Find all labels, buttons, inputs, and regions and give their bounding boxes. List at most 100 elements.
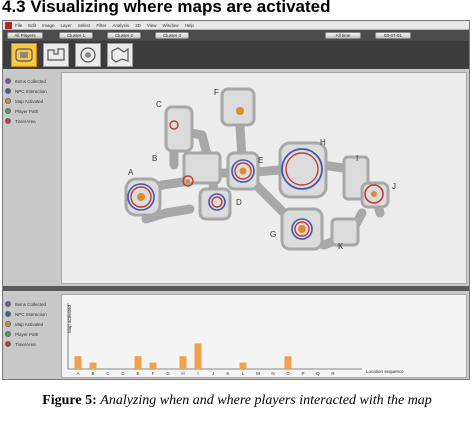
map-label-k: K: [338, 242, 344, 251]
map-legend-item[interactable]: Map Activated: [3, 96, 55, 106]
marker-e-map: [239, 167, 247, 175]
game-map[interactable]: A B C D E F G H I J K: [62, 73, 466, 283]
marker-a-map: [137, 193, 145, 201]
all-time-button[interactable]: All time: [325, 32, 361, 39]
chart-tick-label: J: [212, 371, 214, 376]
menu-select[interactable]: Select: [78, 23, 91, 28]
cluster-3-button[interactable]: Cluster 3: [155, 32, 189, 39]
chart-legend-item[interactable]: NPC Interaction: [3, 309, 55, 319]
map-legend-swatch-icon: [5, 118, 11, 124]
marker-j-map: [371, 191, 377, 197]
chart-legend-item[interactable]: Items Collected: [3, 299, 55, 309]
chart-legend-swatch-icon: [5, 311, 11, 317]
map-thumbnail-strip: [3, 41, 469, 69]
chart-tick-label: N: [271, 371, 274, 376]
chart-y-label: Map activated: [67, 304, 72, 333]
menu-file[interactable]: File: [15, 23, 22, 28]
chart-legend-item[interactable]: Map Activated: [3, 319, 55, 329]
map-legend-item[interactable]: Player Path: [3, 106, 55, 116]
all-players-button[interactable]: All Players: [7, 32, 43, 39]
map-label-g: G: [270, 230, 276, 239]
activation-chart-panel: Map activated Location sequence A B C D E F G H…: [61, 294, 467, 378]
app-window: File Edit Image Layer Select Filter Anal…: [2, 20, 470, 380]
menu-layer[interactable]: Layer: [61, 23, 72, 28]
chart-tick-label: M: [256, 371, 260, 376]
menu-view[interactable]: View: [147, 23, 157, 28]
chart-legend-swatch-icon: [5, 301, 11, 307]
chart-bar: [149, 362, 157, 369]
room-f: [220, 87, 256, 127]
chart-bar: [194, 343, 202, 369]
menu-analysis[interactable]: Analysis: [112, 23, 129, 28]
chart-tick-label: I: [197, 371, 198, 376]
menu-edit[interactable]: Edit: [28, 23, 36, 28]
map-legend: Items Collected NPC Interaction Map Activa…: [3, 76, 55, 126]
caption-label: Figure 5:: [42, 393, 97, 408]
map-thumbnail-1[interactable]: [11, 43, 37, 67]
map-label-j: J: [392, 182, 396, 191]
map-thumbnail-2[interactable]: [43, 43, 69, 67]
map-label-h: H: [320, 138, 326, 147]
chart-legend-label: Map Activated: [15, 321, 44, 327]
chart-legend: Items Collected NPC Interaction Map Activa…: [3, 299, 55, 349]
date-field[interactable]: 03-07-01: [375, 32, 411, 39]
map-legend-label: Player Path: [15, 108, 39, 114]
menu-filter[interactable]: Filter: [96, 23, 106, 28]
chart-bar: [239, 362, 247, 369]
cluster-2-button[interactable]: Cluster 2: [107, 32, 141, 39]
map-thumbnail-3[interactable]: [75, 43, 101, 67]
chart-legend-label: NPC Interaction: [15, 311, 47, 317]
chart-tick-label: F: [152, 371, 155, 376]
menu-bar: File Edit Image Layer Select Filter Anal…: [3, 21, 469, 30]
map-label-e: E: [258, 156, 263, 165]
cluster-1-button[interactable]: Cluster 1: [59, 32, 93, 39]
chart-legend-item[interactable]: Time/Area: [3, 339, 55, 349]
map-legend-label: Map Activated: [15, 98, 44, 104]
map-legend-item[interactable]: Items Collected: [3, 76, 55, 86]
chart-tick-label: R: [331, 371, 335, 376]
chart-tick-label: E: [136, 371, 139, 376]
chart-bar: [134, 356, 142, 369]
map-legend-swatch-icon: [5, 78, 11, 84]
room-c: [164, 105, 194, 153]
chart-legend-label: Items Collected: [15, 301, 47, 307]
chart-tick-label: H: [181, 371, 184, 376]
menu-help[interactable]: Help: [185, 23, 194, 28]
map-label-c: C: [156, 100, 162, 109]
chart-tick-label: P: [301, 371, 304, 376]
map-legend-label: Items Collected: [15, 78, 47, 84]
map-label-i: I: [356, 154, 358, 163]
map-label-b: B: [152, 154, 157, 163]
panel-splitter[interactable]: [3, 286, 469, 291]
chart-legend-swatch-icon: [5, 331, 11, 337]
chart-bar: [179, 356, 187, 369]
map-label-a: A: [128, 168, 134, 177]
chart-tick-label: B: [91, 371, 94, 376]
map-legend-item[interactable]: Time/Area: [3, 116, 55, 126]
map-legend-swatch-icon: [5, 108, 11, 114]
caption-text: Analyzing when and where players interac…: [100, 393, 432, 408]
menu-3d[interactable]: 3D: [135, 23, 141, 28]
marker-f-map: [236, 107, 244, 115]
marker-b-map: [186, 179, 190, 183]
map-label-f: F: [214, 88, 219, 97]
map-thumbnail-4[interactable]: [107, 43, 133, 67]
chart-bar: [89, 362, 97, 369]
section-heading: 4.3 Visualizing where maps are activated: [2, 0, 331, 16]
chart-legend-item[interactable]: Player Path: [3, 329, 55, 339]
app-logo-icon: [5, 21, 12, 29]
map-legend-label: Time/Area: [15, 118, 36, 124]
chart-tick-label: G: [166, 371, 170, 376]
map-view[interactable]: A B C D E F G H I J K: [61, 72, 467, 284]
map-label-d: D: [236, 198, 242, 207]
menu-image[interactable]: Image: [42, 23, 55, 28]
chart-x-label: Location sequence: [366, 369, 404, 374]
chart-bar: [74, 356, 82, 369]
map-legend-swatch-icon: [5, 98, 11, 104]
filter-toolbar: All Players Cluster 1 Cluster 2 Cluster …: [3, 30, 469, 41]
map-legend-item[interactable]: NPC Interaction: [3, 86, 55, 96]
activation-bar-chart: Map activated Location sequence A B C D E F G H…: [67, 303, 404, 376]
map-rooms: [124, 87, 390, 251]
figure-caption: Figure 5: Analyzing when and where playe…: [0, 392, 474, 410]
menu-window[interactable]: Window: [163, 23, 179, 28]
